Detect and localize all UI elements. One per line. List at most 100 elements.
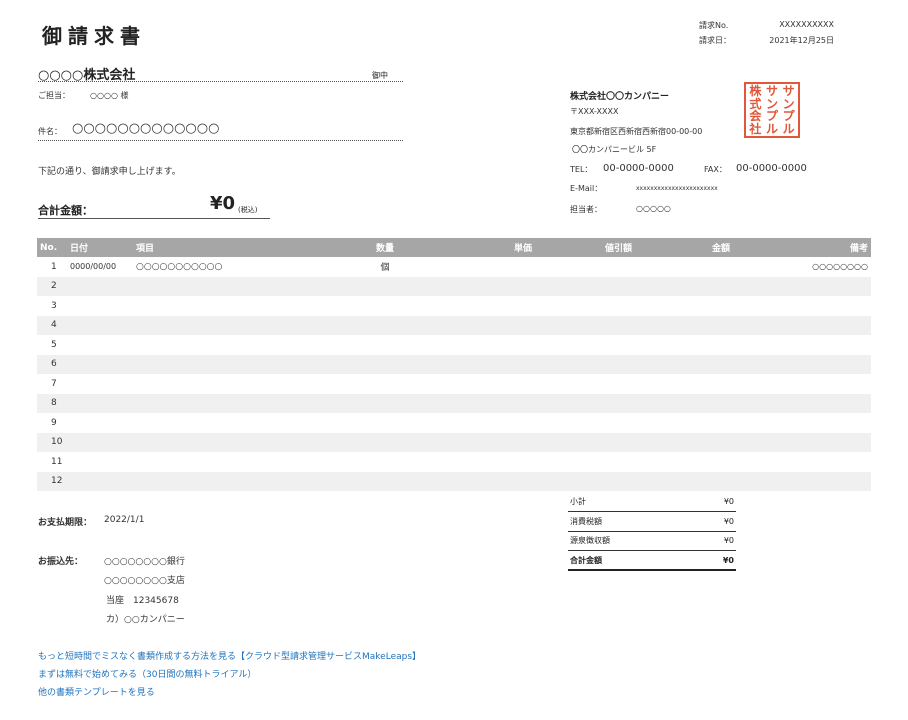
total-underline xyxy=(38,218,270,219)
account-holder: カ）○○カンパニー xyxy=(106,615,185,625)
row-no: 10 xyxy=(37,432,67,452)
row-discount xyxy=(535,413,635,433)
row-amount xyxy=(635,354,733,374)
row-qty xyxy=(355,296,415,316)
header-no: No. xyxy=(37,238,67,257)
header-date: 日付 xyxy=(67,238,133,257)
subject-underline xyxy=(38,140,403,141)
row-amount xyxy=(635,393,733,413)
row-no: 3 xyxy=(51,300,57,311)
row-no: 1 xyxy=(51,261,57,272)
client-underline xyxy=(38,81,403,82)
table-header-row: No. 日付 項目 数量 単価 値引額 金額 備考 xyxy=(37,238,871,257)
email-value: xxxxxxxxxxxxxxxxxxxxxxx xyxy=(636,185,718,192)
row-note xyxy=(733,335,871,355)
grand-total-value: ¥0 xyxy=(692,550,736,571)
summary-row: 合計金額 ¥0 xyxy=(568,550,736,571)
tel-label: TEL： xyxy=(570,165,593,174)
document-title: 御請求書 xyxy=(42,24,146,48)
row-note: ○○○○○○○○ xyxy=(812,262,868,272)
account-number: 当座 12345678 xyxy=(106,596,179,606)
row-note xyxy=(733,296,871,316)
row-note xyxy=(733,315,871,335)
templates-link[interactable]: 他の書類テンプレートを見る xyxy=(38,685,155,698)
row-discount xyxy=(535,276,635,296)
row-price xyxy=(415,296,535,316)
row-qty xyxy=(355,374,415,394)
row-date: 0000/00/00 xyxy=(70,262,117,272)
due-value: 2022/1/1 xyxy=(104,515,145,525)
row-discount xyxy=(535,432,635,452)
row-no: 9 xyxy=(51,417,57,428)
client-honorific: 御中 xyxy=(372,71,388,80)
row-price xyxy=(415,335,535,355)
withholding-label: 源泉徴収額 xyxy=(568,531,693,551)
table-row: 4 xyxy=(37,315,871,335)
subject-value: ○○○○○○○○○○○○○ xyxy=(72,121,220,136)
table-row: 1 0000/00/00 ○○○○○○○○○○○ 個 ○○○○○○○○ xyxy=(37,257,871,277)
row-item xyxy=(133,296,355,316)
row-qty xyxy=(355,452,415,472)
row-no: 2 xyxy=(37,276,67,296)
tax-value: ¥0 xyxy=(692,511,736,532)
row-price xyxy=(415,276,535,296)
header-note: 備考 xyxy=(733,238,871,257)
summary-table: 小計 ¥0 消費税額 ¥0 源泉徴収額 ¥0 合計金額 ¥0 xyxy=(568,492,736,571)
row-item xyxy=(133,471,355,491)
row-qty xyxy=(355,471,415,491)
row-discount xyxy=(535,452,635,472)
invoice-no: XXXXXXXXXX xyxy=(779,20,834,29)
row-date xyxy=(67,393,133,413)
tel-value: 00-0000-0000 xyxy=(603,163,674,174)
row-item xyxy=(133,276,355,296)
row-amount xyxy=(635,374,733,394)
company-name: 株式会社〇〇カンパニー xyxy=(570,92,670,102)
fax-label: FAX： xyxy=(704,165,727,174)
email-label: E-Mail： xyxy=(570,184,603,193)
row-discount xyxy=(535,335,635,355)
row-date xyxy=(67,296,133,316)
row-item: ○○○○○○○○○○○ xyxy=(136,261,223,272)
table-row: 7 xyxy=(37,374,871,394)
row-price xyxy=(415,413,535,433)
row-amount xyxy=(635,471,733,491)
person-value: ○○○○○ xyxy=(636,204,671,213)
row-amount xyxy=(635,276,733,296)
table-row: 2 xyxy=(37,276,871,296)
row-qty xyxy=(355,354,415,374)
summary-row: 小計 ¥0 xyxy=(568,492,736,512)
row-note xyxy=(733,471,871,491)
header-item: 項目 xyxy=(133,238,355,257)
company-seal: 株ササ 式ンン 会ププ 社ルル xyxy=(744,82,800,138)
bank-label: お振込先： xyxy=(38,557,84,567)
row-price xyxy=(415,452,535,472)
row-discount xyxy=(535,257,635,277)
row-item xyxy=(133,452,355,472)
table-row: 6 xyxy=(37,354,871,374)
row-no: 12 xyxy=(37,471,67,491)
items-table: No. 日付 項目 数量 単価 値引額 金額 備考 1 0000/00/00 ○○○… xyxy=(37,238,871,491)
summary-row: 消費税額 ¥0 xyxy=(568,511,736,532)
header-discount: 値引額 xyxy=(535,238,635,257)
row-item xyxy=(133,374,355,394)
row-date xyxy=(67,374,133,394)
table-row: 5 xyxy=(37,335,871,355)
invoice-message: 下記の通り、御請求申し上げます。 xyxy=(38,167,181,177)
company-postal: 〒XXX-XXXX xyxy=(570,107,619,116)
subtotal-value: ¥0 xyxy=(692,492,736,512)
row-no: 6 xyxy=(37,354,67,374)
table-row: 8 xyxy=(37,393,871,413)
row-date xyxy=(67,276,133,296)
row-price xyxy=(415,471,535,491)
grand-total-label: 合計金額 xyxy=(568,550,693,571)
row-note xyxy=(733,276,871,296)
company-address1: 東京都新宿区西新宿西新宿00-00-00 xyxy=(570,127,703,136)
row-qty xyxy=(355,315,415,335)
person-label: 担当者： xyxy=(570,205,602,214)
row-qty xyxy=(355,393,415,413)
withholding-value: ¥0 xyxy=(692,531,736,551)
makeleaps-link[interactable]: もっと短時間でミスなく書類作成する方法を見る【クラウド型請求管理サービスMake… xyxy=(38,649,421,662)
invoice-no-label: 請求No. xyxy=(699,21,729,30)
free-trial-link[interactable]: まずは無料で始めてみる（30日間の無料トライアル） xyxy=(38,667,256,680)
invoice-date-label: 請求日： xyxy=(699,36,731,45)
